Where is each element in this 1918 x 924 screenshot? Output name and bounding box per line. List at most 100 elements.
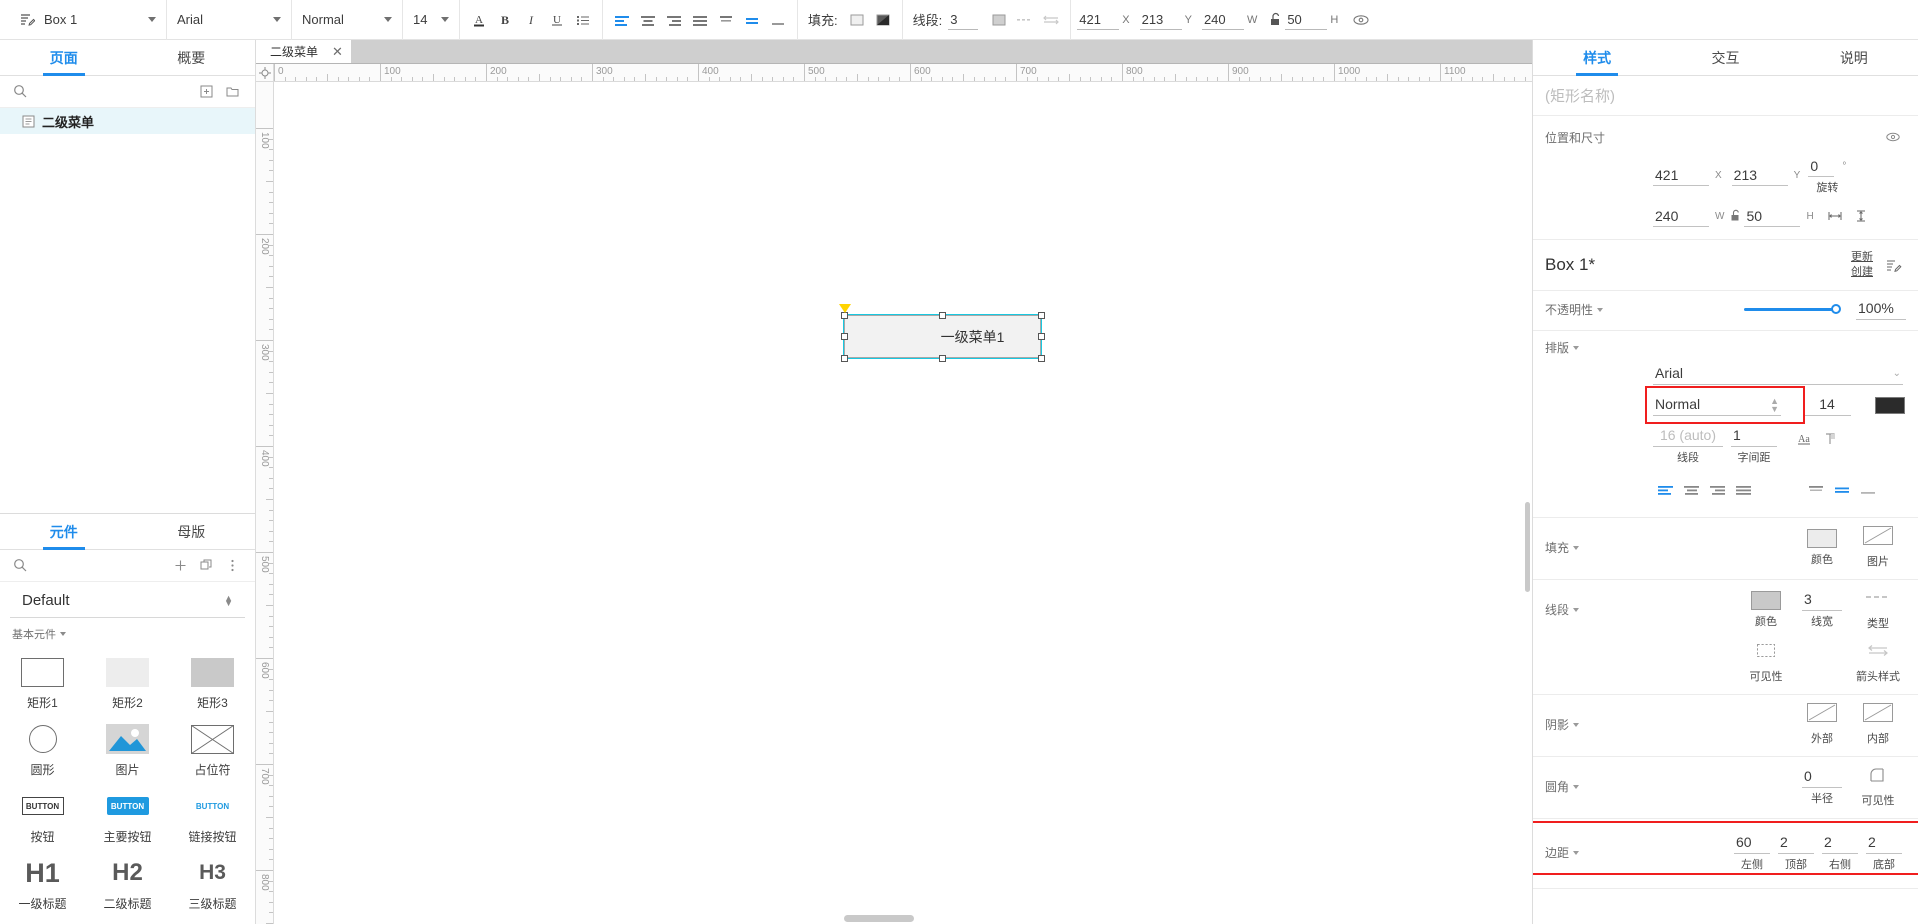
underline-icon[interactable]: U bbox=[544, 7, 570, 33]
border-visibility-button[interactable]: 可见性 bbox=[1738, 641, 1794, 684]
widget-item-primary-button[interactable]: BUTTON 主要按钮 bbox=[85, 784, 170, 847]
padding-bottom-group[interactable]: 2 底部 bbox=[1862, 833, 1906, 872]
text-decoration-icon[interactable] bbox=[1817, 426, 1843, 452]
shape-name-combo[interactable]: Box 1 bbox=[40, 6, 160, 34]
padding-left-group[interactable]: 60 左侧 bbox=[1730, 833, 1774, 872]
resize-handle[interactable] bbox=[840, 333, 848, 340]
align-justify-icon[interactable] bbox=[1731, 477, 1757, 503]
opacity-value[interactable]: 100% bbox=[1856, 299, 1906, 320]
corner-label[interactable]: 圆角 bbox=[1545, 778, 1580, 795]
widget-item-image[interactable]: 图片 bbox=[85, 717, 170, 780]
resize-handle[interactable] bbox=[939, 354, 946, 362]
padding-label[interactable]: 边距 bbox=[1545, 844, 1580, 861]
visibility-icon[interactable] bbox=[1880, 124, 1906, 150]
fill-label[interactable]: 填充 bbox=[1545, 539, 1580, 556]
padding-right-field[interactable]: 2 bbox=[1822, 833, 1858, 854]
widget-item-rect2[interactable]: 矩形2 bbox=[85, 650, 170, 713]
widget-library-selector[interactable]: Default ▲ ▼ bbox=[10, 582, 245, 618]
add-page-icon[interactable] bbox=[193, 79, 219, 105]
resize-handle[interactable] bbox=[1037, 354, 1045, 362]
scrollbar-thumb[interactable] bbox=[844, 915, 914, 922]
tab-widgets[interactable]: 元件 bbox=[0, 514, 128, 549]
bold-icon[interactable]: B bbox=[492, 7, 518, 33]
shadow-outer-button[interactable]: 外部 bbox=[1794, 703, 1850, 746]
arrow-style-icon[interactable] bbox=[1038, 7, 1064, 33]
line-width-input[interactable] bbox=[948, 9, 979, 30]
resize-handle[interactable] bbox=[939, 311, 946, 319]
border-width-field-group[interactable]: 3 线宽 bbox=[1794, 590, 1850, 629]
padding-right-group[interactable]: 2 右侧 bbox=[1818, 833, 1862, 872]
border-type-button[interactable]: 类型 bbox=[1850, 588, 1906, 631]
more-vertical-icon[interactable] bbox=[219, 553, 245, 579]
style-edit-icon[interactable] bbox=[1880, 252, 1906, 278]
widget-item-button[interactable]: BUTTON 按钮 bbox=[0, 784, 85, 847]
unlock-icon[interactable] bbox=[1267, 7, 1285, 33]
shape-name-input[interactable]: (矩形名称) bbox=[1533, 76, 1918, 116]
bullet-list-icon[interactable] bbox=[570, 7, 596, 33]
padding-left-field[interactable]: 60 bbox=[1734, 833, 1770, 854]
align-justify-icon[interactable] bbox=[687, 7, 713, 33]
line-color-icon[interactable] bbox=[986, 7, 1012, 33]
widget-item-rect3[interactable]: 矩形3 bbox=[170, 650, 255, 713]
opacity-slider[interactable] bbox=[1744, 304, 1841, 314]
valign-middle-icon[interactable] bbox=[739, 7, 765, 33]
tab-outline[interactable]: 概要 bbox=[128, 40, 256, 75]
flip-vertical-icon[interactable] bbox=[1848, 203, 1874, 229]
padding-top-field[interactable]: 2 bbox=[1778, 833, 1814, 854]
search-icon[interactable] bbox=[10, 553, 30, 579]
widget-item-h3[interactable]: H3 三级标题 bbox=[170, 851, 255, 914]
shadow-inner-button[interactable]: 内部 bbox=[1850, 703, 1906, 746]
align-center-icon[interactable] bbox=[635, 7, 661, 33]
size-h-input[interactable] bbox=[1285, 9, 1328, 30]
shadow-label[interactable]: 阴影 bbox=[1545, 716, 1580, 733]
resize-handle[interactable] bbox=[840, 354, 848, 362]
widget-item-circle[interactable]: 圆形 bbox=[0, 717, 85, 780]
canvas-tab-page[interactable]: 二级菜单 ✕ bbox=[256, 40, 351, 63]
pos-y-input[interactable] bbox=[1139, 9, 1182, 30]
italic-icon[interactable]: I bbox=[518, 7, 544, 33]
resize-handle[interactable] bbox=[1037, 311, 1045, 319]
ruler-origin-icon[interactable] bbox=[256, 64, 274, 82]
align-left-icon[interactable] bbox=[609, 7, 635, 33]
tab-masters[interactable]: 母版 bbox=[128, 514, 256, 549]
fill-color-button[interactable]: 颜色 bbox=[1794, 528, 1850, 567]
align-right-icon[interactable] bbox=[661, 7, 687, 33]
valign-bottom-icon[interactable] bbox=[765, 7, 791, 33]
resize-handle[interactable] bbox=[1037, 333, 1045, 340]
opacity-slider-knob[interactable] bbox=[1831, 304, 1841, 314]
line-type-icon[interactable] bbox=[1012, 7, 1038, 33]
canvas-horizontal-scrollbar[interactable] bbox=[274, 912, 1532, 924]
char-spacing-field[interactable]: 1 bbox=[1731, 426, 1777, 447]
fill-image-button[interactable]: 图片 bbox=[1850, 526, 1906, 569]
size-w-input[interactable] bbox=[1201, 9, 1244, 30]
padding-bottom-field[interactable]: 2 bbox=[1866, 833, 1902, 854]
arrow-style-button[interactable]: 箭头样式 bbox=[1850, 641, 1906, 684]
pos-y-field[interactable] bbox=[1731, 165, 1788, 186]
tab-interaction[interactable]: 交互 bbox=[1661, 40, 1789, 75]
tab-pages[interactable]: 页面 bbox=[0, 40, 128, 75]
align-center-icon[interactable] bbox=[1679, 477, 1705, 503]
widget-item-rect1[interactable]: 矩形1 bbox=[0, 650, 85, 713]
font-size-field[interactable]: 14 bbox=[1803, 395, 1851, 416]
widget-item-link-button[interactable]: BUTTON 链接按钮 bbox=[170, 784, 255, 847]
font-color-icon[interactable]: A bbox=[466, 7, 492, 33]
font-style-combo[interactable]: Normal bbox=[298, 6, 396, 34]
padding-top-group[interactable]: 2 顶部 bbox=[1774, 833, 1818, 872]
border-width-field[interactable]: 3 bbox=[1802, 590, 1842, 611]
visibility-icon[interactable] bbox=[1348, 7, 1374, 33]
text-case-icon[interactable]: Aa bbox=[1791, 426, 1817, 452]
search-icon[interactable] bbox=[10, 79, 30, 105]
font-style-select[interactable]: Normal bbox=[1653, 395, 1781, 416]
tree-item-page[interactable]: 二级菜单 bbox=[0, 108, 255, 134]
opacity-label[interactable]: 不透明性 bbox=[1545, 301, 1604, 318]
rotation-anchor-icon[interactable] bbox=[839, 304, 851, 313]
horizontal-ruler[interactable]: 0100200300400500600700800900100011001200 bbox=[256, 64, 1532, 82]
canvas-vertical-scrollbar[interactable] bbox=[1525, 502, 1530, 592]
unlock-icon[interactable] bbox=[1728, 203, 1744, 229]
fill-color-icon[interactable] bbox=[844, 7, 870, 33]
corner-radius-field[interactable]: 0 bbox=[1802, 767, 1842, 788]
pos-x-input[interactable] bbox=[1077, 9, 1120, 30]
vertical-ruler[interactable]: 100 200 300 400 500 600 700 800 bbox=[256, 82, 274, 924]
valign-middle-icon[interactable] bbox=[1829, 477, 1855, 503]
corner-radius-group[interactable]: 0 半径 bbox=[1794, 767, 1850, 806]
